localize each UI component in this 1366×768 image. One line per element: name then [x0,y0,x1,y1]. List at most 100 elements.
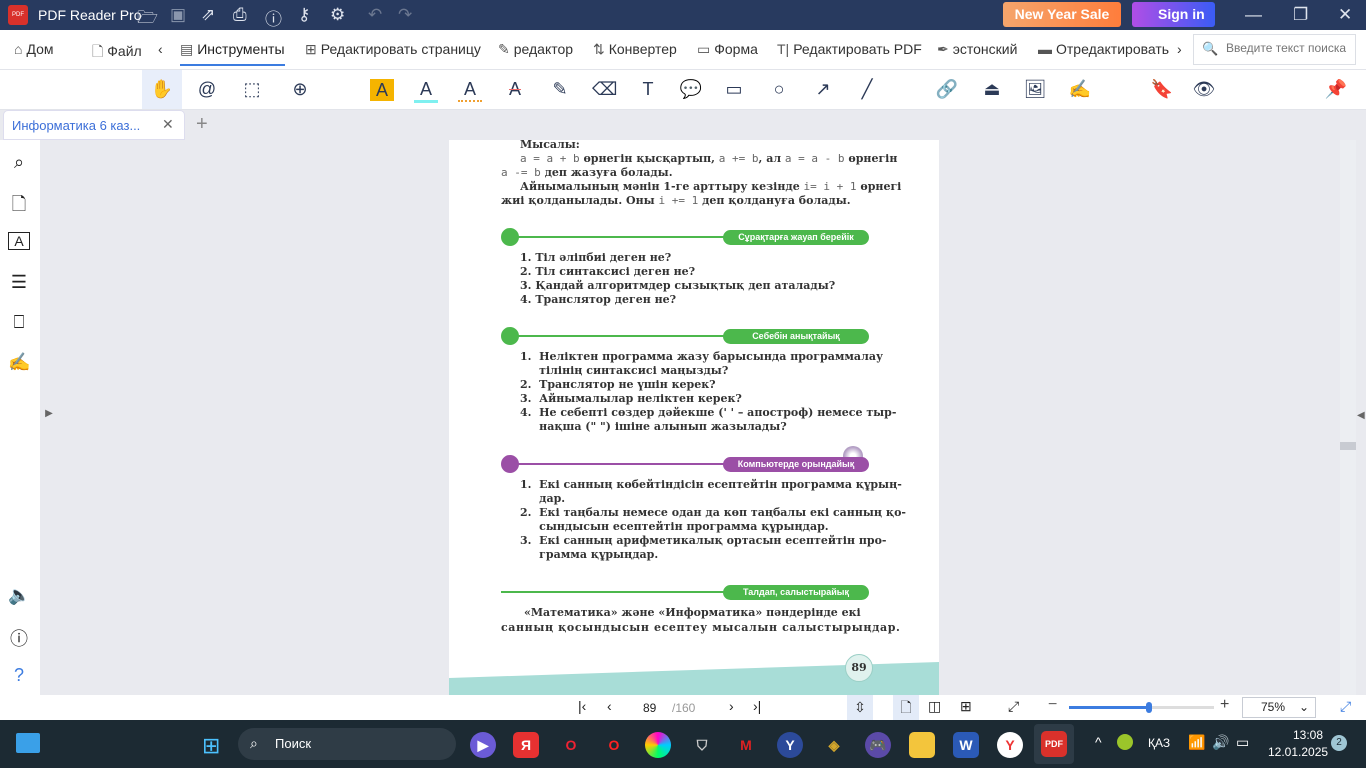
scrollbar-thumb[interactable] [1340,442,1356,450]
game-app-icon[interactable]: 🎮 [865,732,891,758]
eraser-icon[interactable]: ⌫ [592,79,617,100]
save-icon[interactable]: ▣ [170,5,186,25]
restore-icon[interactable]: ❐ [1293,5,1308,25]
bookmarks-icon[interactable]: ⎕ [8,312,30,333]
zoom-slider[interactable] [1069,702,1214,713]
yandex-icon[interactable]: Я [513,732,539,758]
page-thumbnails-icon[interactable]: 🗋 [8,192,30,222]
search-input[interactable] [1226,41,1352,55]
yandex-browser-icon[interactable]: Y [997,732,1023,758]
opera-icon[interactable]: O [601,732,627,758]
info-icon[interactable]: ⓘ [8,625,30,651]
tab-redact[interactable]: ▬ Отредактировать [1038,41,1169,57]
minimize-icon[interactable]: — [1245,5,1262,25]
help-icon[interactable]: ? [8,665,30,686]
note-icon[interactable]: 💬 [679,79,703,100]
current-page-input[interactable]: 89 [643,701,656,715]
redo-icon[interactable]: ↷ [398,5,412,25]
eye-icon[interactable]: 👁 [1192,79,1216,100]
share-icon[interactable]: ⇗ [201,5,215,25]
clock-date[interactable]: 12.01.2025 [1268,745,1328,759]
world-of-tanks-icon[interactable]: ⛉ [689,732,715,758]
tray-app-icon[interactable] [1117,734,1133,750]
zoom-in-icon[interactable]: + [1220,696,1229,714]
notification-badge[interactable]: 2 [1331,735,1347,751]
text-select-icon[interactable]: @ [195,79,219,100]
image-icon[interactable]: 🖼 [1023,79,1047,100]
squiggly-icon[interactable]: A [458,79,482,102]
prev-page-icon[interactable]: ‹ [607,698,612,714]
wifi-icon[interactable]: 📶 [1188,734,1205,751]
rectangle-icon[interactable]: ▭ [722,79,746,100]
pin-icon[interactable]: 📌 [1324,79,1348,100]
rotate-page-icon[interactable]: ⤢ [1008,698,1019,715]
signatures-icon[interactable]: ✍ [8,352,30,373]
next-page-icon[interactable]: › [729,698,734,714]
outline-icon[interactable]: ☰ [8,272,30,293]
zoom-slider-thumb[interactable] [1145,702,1152,713]
opera-gx-icon[interactable]: O [558,732,584,758]
highlight-icon[interactable]: A [370,79,394,101]
pen-icon[interactable]: ✎ [548,79,572,100]
hand-tool-button[interactable]: ✋ [142,70,182,109]
new-year-sale-button[interactable]: New Year Sale [1003,2,1121,27]
undo-icon[interactable]: ↶ [368,5,382,25]
search-box[interactable]: 🔍 [1193,34,1356,65]
file-explorer-icon[interactable] [909,732,935,758]
single-page-icon[interactable]: 🗋 [893,695,919,720]
tab-file[interactable]: 🗋 Файл [92,41,142,65]
two-page-icon[interactable]: ◫ [928,698,941,715]
last-page-icon[interactable]: ›| [753,698,761,714]
underline-icon[interactable]: A [414,79,438,103]
expand-panel-icon[interactable]: ▶ [38,408,60,419]
key-icon[interactable]: ⚷ [298,5,310,25]
close-icon[interactable]: ✕ [1338,5,1352,25]
language-indicator[interactable]: ҚАЗ [1148,736,1170,750]
help-icon[interactable]: ⓘ [265,5,282,30]
taskbar-search[interactable]: ⌕ Поиск [238,728,456,760]
clock-time[interactable]: 13:08 [1293,728,1323,742]
tab-editor[interactable]: ✎ редактор [498,41,573,58]
start-button[interactable]: ⊞ [202,733,220,759]
meet-icon[interactable]: ▶ [470,732,496,758]
annotations-icon[interactable]: A [8,232,30,250]
area-select-icon[interactable]: ⬚ [240,79,264,100]
first-page-icon[interactable]: |‹ [578,698,586,714]
tab-home[interactable]: ⌂ Дом [14,41,54,57]
tab-tools[interactable]: ▤ Инструменты [180,41,285,66]
battery-icon[interactable]: ▭ [1236,734,1249,751]
sign-in-button[interactable]: Sign in [1132,2,1215,27]
zoom-out-icon[interactable]: − [1048,696,1057,714]
stamp-icon[interactable]: ⏏ [980,79,1004,100]
document-tab[interactable]: Информатика 6 каз... ✕ [3,110,185,140]
arrow-icon[interactable]: ↗ [811,79,835,100]
line-icon[interactable]: ╱ [855,79,879,100]
scroll-left-icon[interactable]: ‹ [158,41,163,57]
circle-icon[interactable]: ○ [767,79,791,100]
collapse-right-panel-icon[interactable]: ◀ [1357,410,1365,421]
print-icon[interactable]: ⎙ [233,5,247,25]
tab-edit-page[interactable]: ⊞ Редактировать страницу [305,41,481,58]
vertical-scrollbar[interactable] [1340,140,1356,695]
tab-form[interactable]: ▭ Форма [697,41,758,58]
y-app-icon[interactable]: Y [777,732,803,758]
word-icon[interactable]: W [953,732,979,758]
search-icon[interactable]: ⌕ [8,152,30,173]
binance-icon[interactable]: ◈ [821,732,847,758]
tab-sign[interactable]: ✒ эстонский [937,41,1017,58]
speaker-icon[interactable]: 🔈 [8,585,30,606]
m-app-icon[interactable]: M [733,732,759,758]
continuous-page-icon[interactable]: ⊞ [960,698,972,715]
zoom-area-icon[interactable]: ⊕ [288,79,312,100]
scroll-right-icon[interactable]: › [1177,41,1182,57]
pdf-reader-pro-taskbar-button[interactable]: PDF [1034,724,1074,764]
close-tab-icon[interactable]: ✕ [162,116,174,133]
widgets-icon[interactable] [16,733,40,753]
settings-icon[interactable]: ⚙ [330,5,345,25]
zoom-select[interactable]: 75% ⌄ [1242,697,1316,718]
strikeout-icon[interactable]: A [503,79,527,100]
fit-page-icon[interactable]: ⇳ [847,695,873,720]
show-hidden-icons[interactable]: ^ [1095,734,1102,750]
bookmark-icon[interactable]: 🔖 [1150,79,1174,100]
link-icon[interactable]: 🔗 [935,79,959,100]
